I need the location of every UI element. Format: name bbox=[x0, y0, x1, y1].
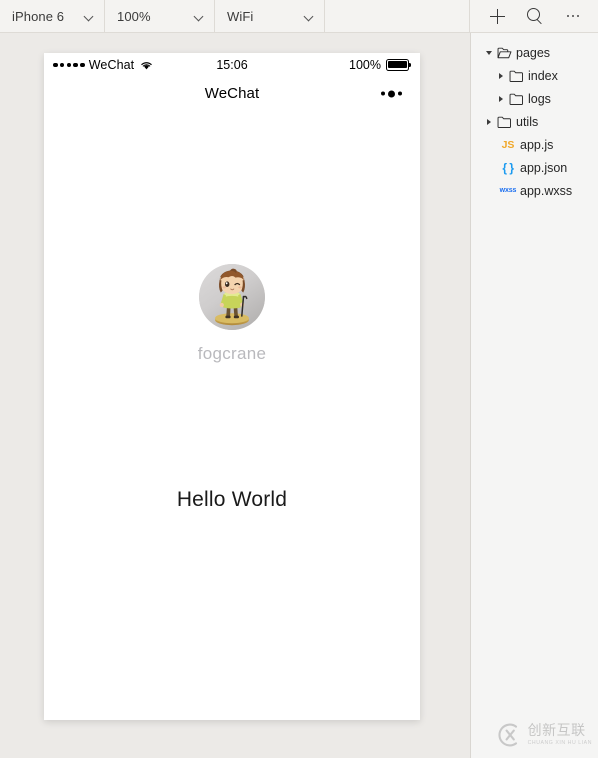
watermark-text: 创新互联 CHUANG XIN HU LIAN bbox=[527, 722, 592, 747]
json-file-icon: { } bbox=[499, 161, 517, 175]
network-select[interactable]: WiFi bbox=[215, 0, 325, 32]
cx-logo-icon bbox=[497, 722, 523, 748]
chevron-down-icon[interactable] bbox=[483, 51, 495, 55]
user-avatar[interactable] bbox=[199, 264, 265, 330]
tree-item-app-wxss[interactable]: wxss app.wxss bbox=[471, 179, 598, 202]
status-bar-left: WeChat bbox=[53, 58, 153, 72]
chevron-down-icon bbox=[84, 13, 95, 20]
plus-icon bbox=[489, 8, 505, 24]
tree-item-label: utils bbox=[516, 114, 539, 129]
wxss-badge: wxss bbox=[499, 187, 517, 194]
json-badge: { } bbox=[502, 160, 514, 175]
ellipsis-icon bbox=[566, 14, 580, 18]
search-button[interactable] bbox=[520, 3, 550, 29]
chevron-down-icon bbox=[304, 13, 315, 20]
toolbar-actions bbox=[470, 0, 598, 32]
tree-item-label: app.json bbox=[520, 160, 568, 175]
hello-world-text: Hello World bbox=[176, 488, 288, 511]
add-button[interactable] bbox=[482, 3, 512, 29]
tree-item-app-js[interactable]: JS app.js bbox=[471, 133, 598, 156]
folder-open-icon bbox=[495, 47, 513, 59]
device-select-value: iPhone 6 bbox=[12, 8, 65, 24]
chevron-right-icon[interactable] bbox=[495, 73, 507, 79]
chevron-down-icon bbox=[194, 13, 205, 20]
more-dots-icon[interactable] bbox=[381, 90, 402, 97]
signal-dots-icon bbox=[53, 62, 85, 68]
user-info-block: fogcrane bbox=[44, 264, 420, 364]
watermark-pinyin: CHUANG XIN HU LIAN bbox=[527, 739, 592, 746]
tree-item-label: pages bbox=[516, 45, 551, 60]
more-button[interactable] bbox=[558, 3, 588, 29]
tree-item-pages[interactable]: pages bbox=[471, 41, 598, 64]
tree-item-app-json[interactable]: { } app.json bbox=[471, 156, 598, 179]
site-watermark: 创新互联 CHUANG XIN HU LIAN bbox=[497, 722, 592, 748]
nav-title: WeChat bbox=[204, 85, 260, 102]
js-file-icon: JS bbox=[499, 139, 517, 151]
tree-item-label: index bbox=[528, 68, 558, 83]
status-bar-right: 100% bbox=[349, 58, 411, 72]
tree-item-index[interactable]: index bbox=[471, 64, 598, 87]
app-nav-bar: WeChat bbox=[44, 77, 420, 110]
chevron-right-icon[interactable] bbox=[483, 119, 495, 125]
carrier-label: WeChat bbox=[88, 58, 135, 72]
wechat-devtools-window: iPhone 6 100% WiFi WeChat 15:06 100% WeC… bbox=[0, 0, 598, 758]
simulator-stage: WeChat 15:06 100% WeChat fogcrane Hello … bbox=[0, 33, 471, 758]
folder-icon bbox=[507, 93, 525, 105]
battery-percent-label: 100% bbox=[349, 58, 381, 72]
watermark-chinese: 创新互联 bbox=[527, 722, 586, 739]
tree-item-label: app.js bbox=[520, 137, 554, 152]
wxss-file-icon: wxss bbox=[499, 187, 517, 194]
device-select[interactable]: iPhone 6 bbox=[0, 0, 105, 32]
folder-icon bbox=[507, 70, 525, 82]
nickname-label: fogcrane bbox=[197, 344, 267, 363]
folder-icon bbox=[495, 116, 513, 128]
toolbar-spacer bbox=[325, 0, 470, 32]
file-tree-panel: pages index logs utils JS app.js {} app… bbox=[471, 33, 598, 758]
zoom-select[interactable]: 100% bbox=[105, 0, 215, 32]
top-toolbar: iPhone 6 100% WiFi bbox=[0, 0, 598, 33]
battery-full-icon bbox=[386, 59, 411, 71]
zoom-select-value: 100% bbox=[117, 8, 151, 24]
tree-item-label: app.wxss bbox=[520, 183, 573, 198]
tree-item-label: logs bbox=[528, 91, 551, 106]
mini-program-page: fogcrane Hello World bbox=[44, 110, 420, 720]
js-badge: JS bbox=[501, 138, 515, 151]
ios-status-bar: WeChat 15:06 100% bbox=[44, 53, 420, 77]
clock-label: 15:06 bbox=[216, 58, 248, 72]
tree-item-utils[interactable]: utils bbox=[471, 110, 598, 133]
chevron-right-icon[interactable] bbox=[495, 96, 507, 102]
main-body: WeChat 15:06 100% WeChat fogcrane Hello … bbox=[0, 33, 598, 758]
phone-simulator: WeChat 15:06 100% WeChat fogcrane Hello … bbox=[44, 53, 420, 720]
wifi-icon bbox=[140, 60, 153, 70]
search-icon bbox=[527, 8, 543, 24]
tree-item-logs[interactable]: logs bbox=[471, 87, 598, 110]
network-select-value: WiFi bbox=[227, 8, 254, 24]
